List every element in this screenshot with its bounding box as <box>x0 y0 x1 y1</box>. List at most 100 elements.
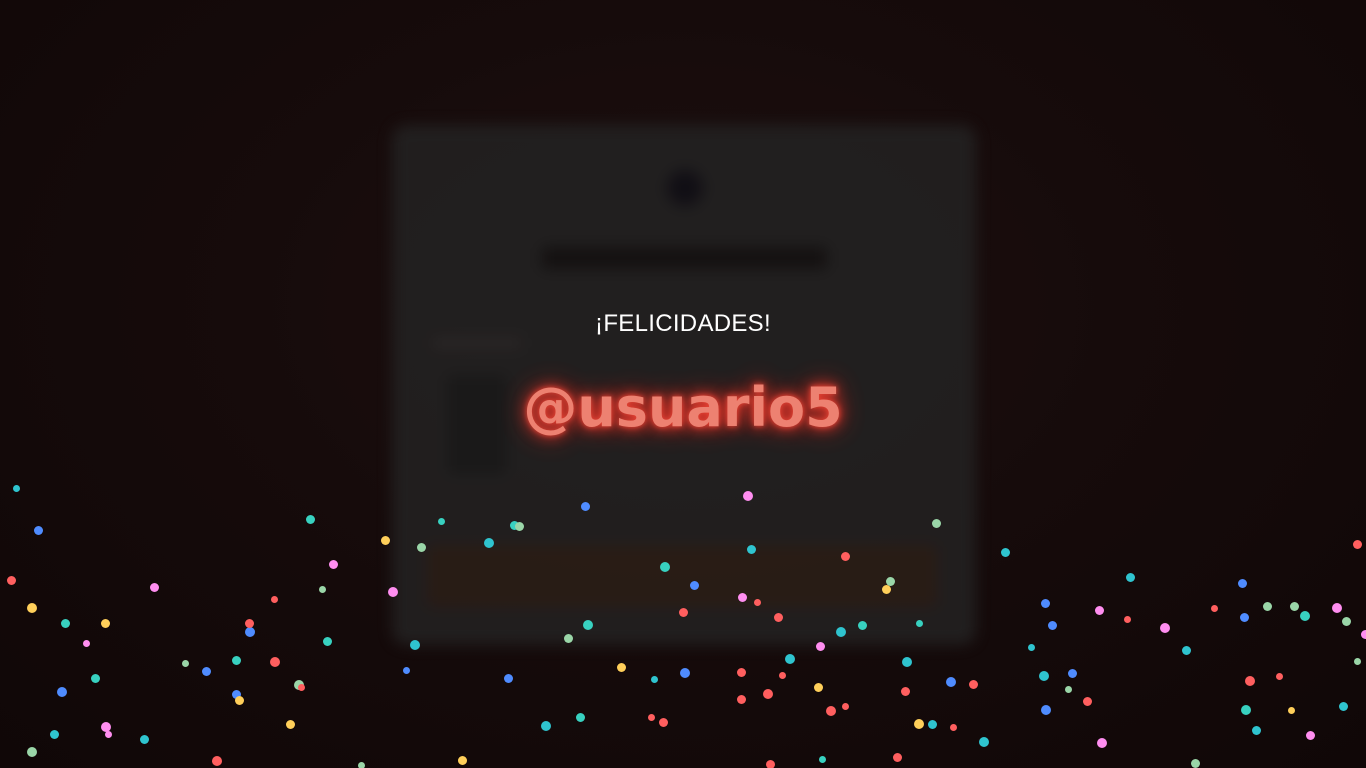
confetti-dot <box>232 656 241 665</box>
confetti-dot <box>182 660 189 667</box>
confetti-dot <box>1290 602 1299 611</box>
confetti-dot <box>235 696 244 705</box>
confetti-dot <box>763 689 773 699</box>
confetti-dot <box>1065 686 1072 693</box>
confetti-dot <box>504 674 513 683</box>
blurred-logo-icon <box>667 170 703 206</box>
confetti-dot <box>1083 697 1092 706</box>
confetti-dot <box>358 762 365 768</box>
congrats-title: ¡FELICIDADES! <box>595 310 771 337</box>
confetti-dot <box>140 735 149 744</box>
confetti-dot <box>1354 658 1361 665</box>
confetti-dot <box>1211 605 1218 612</box>
confetti-dot <box>946 677 956 687</box>
confetti-dot <box>245 619 254 628</box>
confetti-dot <box>212 756 222 766</box>
confetti-dot <box>1048 621 1057 630</box>
confetti-dot <box>1245 676 1255 686</box>
confetti-dot <box>893 753 902 762</box>
confetti-dot <box>1339 702 1348 711</box>
confetti-dot <box>576 713 585 722</box>
confetti-dot <box>659 718 668 727</box>
confetti-dot <box>928 720 937 729</box>
confetti-dot <box>270 657 280 667</box>
confetti-dot <box>1306 731 1315 740</box>
confetti-dot <box>779 672 786 679</box>
confetti-dot <box>61 619 70 628</box>
confetti-dot <box>13 485 20 492</box>
confetti-dot <box>950 724 957 731</box>
confetti-dot <box>27 603 37 613</box>
confetti-dot <box>1160 623 1170 633</box>
confetti-dot <box>819 756 826 763</box>
confetti-dot <box>1191 759 1200 768</box>
confetti-dot <box>1276 673 1283 680</box>
confetti-dot <box>298 684 305 691</box>
confetti-dot <box>323 637 332 646</box>
confetti-dot <box>34 526 43 535</box>
confetti-dot <box>1182 646 1191 655</box>
confetti-dot <box>105 731 112 738</box>
confetti-dot <box>381 536 390 545</box>
confetti-dot <box>826 706 836 716</box>
confetti-dot <box>1332 603 1342 613</box>
confetti-dot <box>294 680 304 690</box>
confetti-dot <box>286 720 295 729</box>
confetti-dot <box>458 756 467 765</box>
confetti-dot <box>785 654 795 664</box>
confetti-dot <box>651 676 658 683</box>
blurred-title <box>542 247 827 269</box>
confetti-dot <box>245 627 255 637</box>
confetti-dot <box>202 667 211 676</box>
confetti-dot <box>1095 606 1104 615</box>
confetti-dot <box>969 680 978 689</box>
confetti-dot <box>1288 707 1295 714</box>
confetti-dot <box>842 703 849 710</box>
confetti-dot <box>150 583 159 592</box>
confetti-dot <box>1001 548 1010 557</box>
confetti-dot <box>101 722 111 732</box>
confetti-dot <box>232 690 241 699</box>
confetti-dot <box>1041 599 1050 608</box>
confetti-dot <box>403 667 410 674</box>
confetti-dot <box>979 737 989 747</box>
blurred-label <box>432 337 522 349</box>
confetti-dot <box>27 747 37 757</box>
confetti-dot <box>902 657 912 667</box>
confetti-dot <box>1124 616 1131 623</box>
blurred-button <box>427 545 937 607</box>
confetti-dot <box>306 515 315 524</box>
confetti-dot <box>7 576 16 585</box>
confetti-dot <box>1300 611 1310 621</box>
confetti-dot <box>1126 573 1135 582</box>
confetti-dot <box>1039 671 1049 681</box>
confetti-dot <box>271 596 278 603</box>
confetti-dot <box>1361 630 1366 639</box>
confetti-dot <box>1068 669 1077 678</box>
confetti-dot <box>541 721 551 731</box>
confetti-dot <box>766 760 775 768</box>
confetti-dot <box>1263 602 1272 611</box>
confetti-dot <box>680 668 690 678</box>
confetti-dot <box>814 683 823 692</box>
confetti-dot <box>1041 705 1051 715</box>
confetti-dot <box>1238 579 1247 588</box>
confetti-dot <box>1353 540 1362 549</box>
confetti-dot <box>329 560 338 569</box>
confetti-dot <box>737 668 746 677</box>
confetti-dot <box>914 719 924 729</box>
confetti-dot <box>1252 726 1261 735</box>
confetti-dot <box>1028 644 1035 651</box>
confetti-dot <box>1342 617 1351 626</box>
confetti-dot <box>1241 705 1251 715</box>
confetti-dot <box>648 714 655 721</box>
confetti-dot <box>83 640 90 647</box>
confetti-dot <box>1097 738 1107 748</box>
confetti-dot <box>737 695 746 704</box>
celebration-screen: ¡FELICIDADES! @usuario5 <box>0 0 1366 768</box>
confetti-dot <box>1240 613 1249 622</box>
confetti-dot <box>319 586 326 593</box>
confetti-dot <box>57 687 67 697</box>
confetti-dot <box>901 687 910 696</box>
confetti-dot <box>101 619 110 628</box>
